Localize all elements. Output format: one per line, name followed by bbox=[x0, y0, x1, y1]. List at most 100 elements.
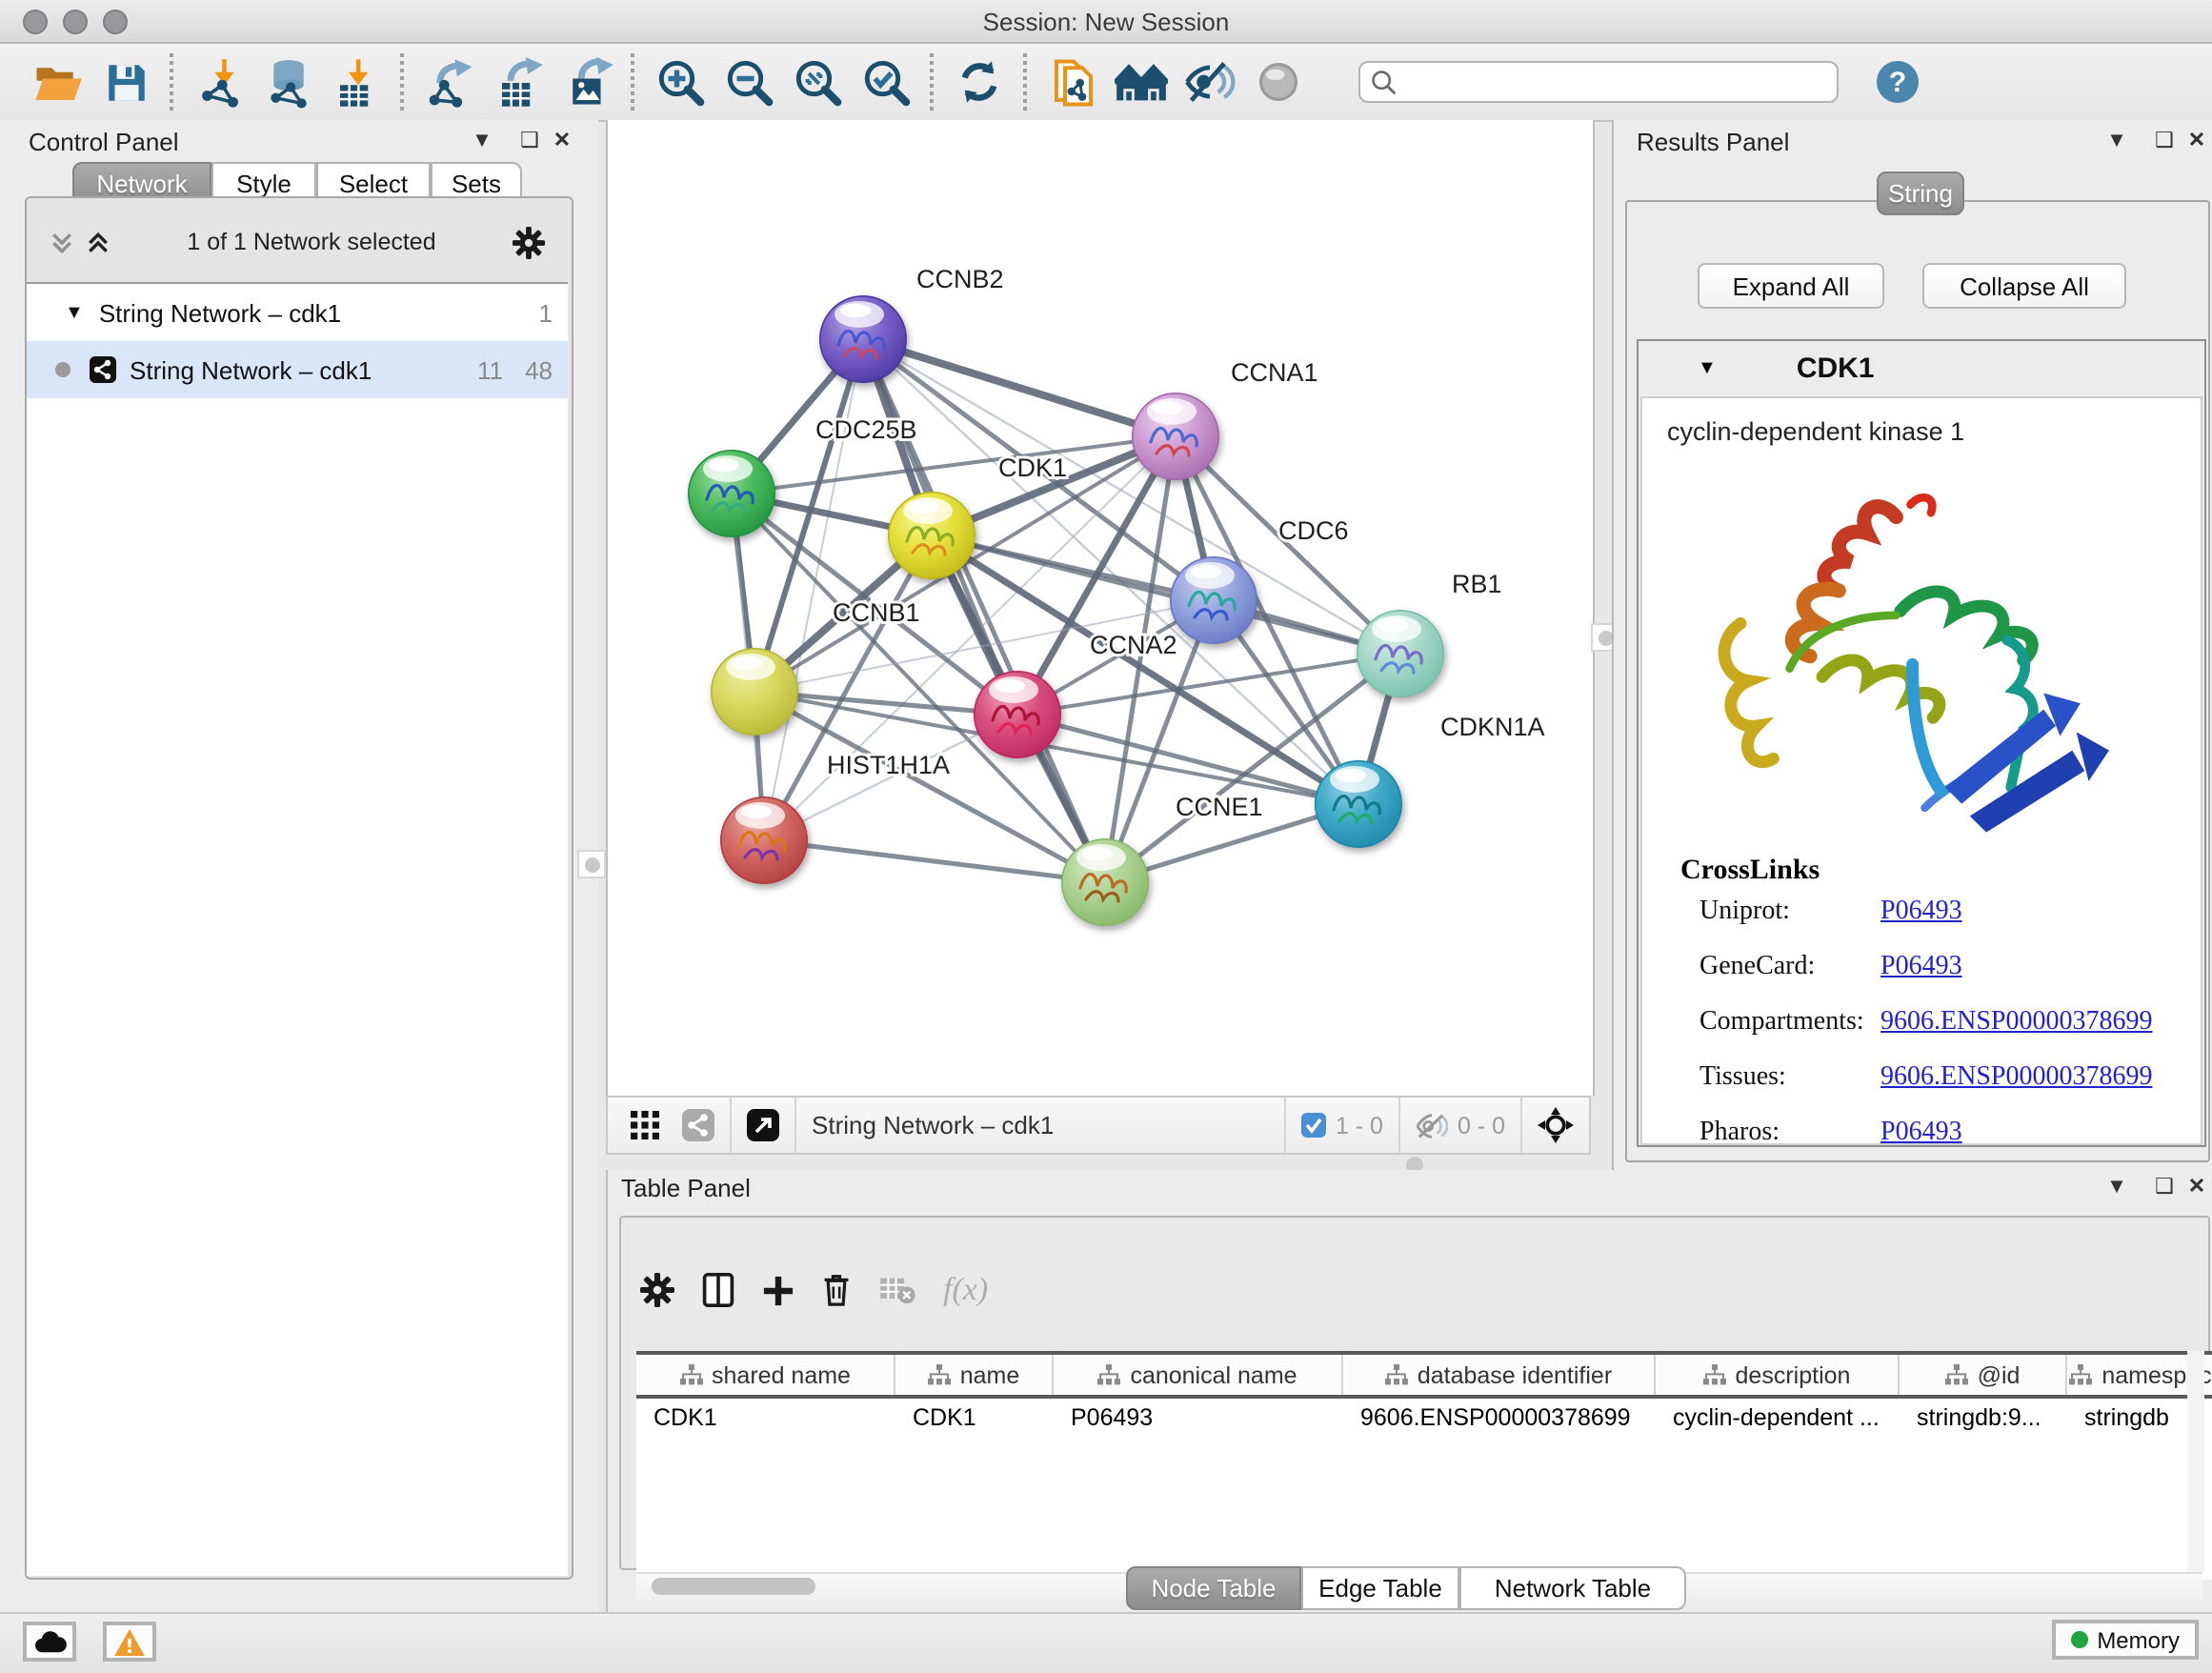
control-panel-float-button[interactable]: ❑ bbox=[516, 128, 543, 152]
network-node-CCNA1[interactable] bbox=[1132, 393, 1219, 480]
open-session-button[interactable] bbox=[23, 50, 91, 114]
import-network-database-button[interactable] bbox=[253, 50, 322, 114]
export-image-button[interactable] bbox=[553, 50, 621, 114]
network-from-selection-button[interactable] bbox=[1038, 50, 1107, 114]
network-node-CCNE1[interactable] bbox=[1061, 838, 1149, 926]
column-header-@id[interactable]: @id bbox=[1900, 1355, 2067, 1395]
column-header-database-identifier[interactable]: database identifier bbox=[1343, 1355, 1656, 1395]
memory-label: Memory bbox=[2097, 1626, 2180, 1653]
table-vertical-scrollbar[interactable] bbox=[2187, 1351, 2204, 1572]
column-header-canonical-name[interactable]: canonical name bbox=[1054, 1355, 1343, 1395]
results-panel-close-button[interactable]: ✕ bbox=[2183, 128, 2210, 152]
gene-expand-arrow[interactable]: ▼ bbox=[1698, 357, 1717, 378]
add-column-icon[interactable] bbox=[762, 1274, 794, 1306]
search-icon bbox=[1370, 69, 1398, 97]
network-share-toggle-icon[interactable] bbox=[682, 1109, 714, 1141]
network-node-CCNB1[interactable] bbox=[711, 648, 798, 736]
network-node-CCNB2[interactable] bbox=[819, 295, 907, 383]
hide-graphics-details-button[interactable] bbox=[1176, 50, 1244, 114]
table-panel-title: Table Panel bbox=[621, 1174, 751, 1202]
collapse-all-button[interactable]: Collapse All bbox=[1922, 263, 2126, 309]
network-row[interactable]: String Network – cdk1 11 48 bbox=[27, 341, 568, 398]
apply-layout-button[interactable] bbox=[945, 50, 1014, 114]
export-image-icon bbox=[561, 56, 613, 108]
warnings-button[interactable] bbox=[103, 1622, 156, 1662]
memory-button[interactable]: Memory bbox=[2051, 1620, 2199, 1660]
save-session-button[interactable] bbox=[91, 50, 160, 114]
hidden-eye-icon[interactable] bbox=[1416, 1112, 1448, 1139]
open-in-window-icon[interactable] bbox=[747, 1109, 779, 1141]
control-panel-close-button[interactable]: ✕ bbox=[549, 128, 575, 152]
crosslink-link[interactable]: P06493 bbox=[1880, 953, 1962, 983]
function-builder-icon[interactable]: f(x) bbox=[943, 1271, 988, 1309]
results-panel-title: Results Panel bbox=[1637, 128, 1789, 156]
network-node-CDC6[interactable] bbox=[1170, 556, 1257, 644]
column-header-description[interactable]: description bbox=[1656, 1355, 1900, 1395]
column-header-shared-name[interactable]: shared name bbox=[636, 1355, 895, 1395]
scrollbar-thumb[interactable] bbox=[652, 1578, 815, 1595]
table-row[interactable]: CDK1CDK1P064939606.ENSP00000378699cyclin… bbox=[636, 1399, 2212, 1435]
network-edge-count: 48 bbox=[525, 355, 553, 384]
eye-slash-icon bbox=[1183, 57, 1237, 107]
delete-column-icon[interactable] bbox=[821, 1273, 852, 1307]
export-network-button[interactable] bbox=[415, 50, 484, 114]
cloud-button[interactable] bbox=[23, 1622, 76, 1662]
column-header-name[interactable]: name bbox=[895, 1355, 1054, 1395]
tab-string[interactable]: String bbox=[1877, 171, 1964, 215]
zoom-out-button[interactable] bbox=[714, 50, 783, 114]
export-table-button[interactable] bbox=[484, 50, 553, 114]
import-network-file-button[interactable] bbox=[185, 50, 253, 114]
zoom-in-button[interactable] bbox=[646, 50, 714, 114]
crosslink-link[interactable]: 9606.ENSP00000378699 bbox=[1880, 1063, 2152, 1094]
expand-all-button[interactable]: Expand All bbox=[1698, 263, 1884, 309]
network-label: String Network – cdk1 bbox=[130, 355, 372, 384]
network-collection-row[interactable]: ▼ String Network – cdk1 1 bbox=[27, 284, 568, 341]
birdseye-grid-icon[interactable] bbox=[631, 1111, 659, 1139]
results-panel-menu-button[interactable]: ▼ bbox=[2103, 130, 2130, 152]
crosslink-link[interactable]: P06493 bbox=[1880, 897, 1962, 928]
crosslink-label: Pharos: bbox=[1699, 1119, 1780, 1147]
import-table-button[interactable] bbox=[322, 50, 391, 114]
tab-node-table[interactable]: Node Table bbox=[1126, 1566, 1301, 1610]
database-network-icon bbox=[262, 56, 313, 108]
network-canvas[interactable]: CCNB2CCNA1CDC25BCDK1CDC6RB1CCNB1CCNA2CDK… bbox=[606, 120, 1595, 1096]
warning-icon bbox=[114, 1628, 145, 1655]
show-columns-icon[interactable] bbox=[701, 1273, 735, 1307]
delete-table-icon[interactable] bbox=[878, 1275, 916, 1305]
left-splitter-grip[interactable] bbox=[577, 850, 606, 878]
show-hide-panel-button[interactable] bbox=[1244, 50, 1313, 114]
edge-HIST1H1A-CCNE1[interactable] bbox=[764, 840, 1105, 882]
network-node-CDC25B[interactable] bbox=[688, 450, 775, 537]
crosslink-row: Pharos: P06493 bbox=[1699, 1119, 2195, 1149]
network-node-HIST1H1A[interactable] bbox=[720, 796, 808, 884]
zoom-fit-button[interactable] bbox=[783, 50, 852, 114]
show-annotations-button[interactable] bbox=[1107, 50, 1176, 114]
table-gear-icon[interactable] bbox=[640, 1273, 674, 1307]
network-node-CCNA2[interactable] bbox=[974, 671, 1061, 758]
crosslink-link[interactable]: 9606.ENSP00000378699 bbox=[1880, 1008, 2152, 1038]
table-cell: P06493 bbox=[1054, 1399, 1343, 1435]
network-node-RB1[interactable] bbox=[1357, 610, 1444, 697]
control-panel-menu-button[interactable]: ▼ bbox=[469, 130, 495, 152]
network-options-gear-icon[interactable] bbox=[513, 226, 545, 258]
zoom-selected-button[interactable] bbox=[852, 50, 920, 114]
table-panel-close-button[interactable]: ✕ bbox=[2183, 1174, 2210, 1199]
crosshair-icon[interactable] bbox=[1538, 1107, 1574, 1143]
help-button[interactable]: ? bbox=[1877, 61, 1919, 103]
network-node-CDKN1A[interactable] bbox=[1315, 760, 1402, 848]
collection-count: 1 bbox=[539, 298, 553, 327]
table-cell: stringdb:9... bbox=[1900, 1399, 2067, 1435]
crosslink-link[interactable]: P06493 bbox=[1880, 1119, 1962, 1149]
table-panel-menu-button[interactable]: ▼ bbox=[2103, 1176, 2130, 1199]
collapse-all-networks-icon[interactable] bbox=[50, 230, 74, 254]
gene-section-header[interactable]: ▼ CDK1 bbox=[1639, 341, 2204, 394]
search-input[interactable] bbox=[1358, 61, 1839, 103]
collection-expand-arrow[interactable]: ▼ bbox=[65, 302, 84, 323]
expand-all-networks-icon[interactable] bbox=[86, 230, 111, 254]
tab-network-table[interactable]: Network Table bbox=[1459, 1566, 1686, 1610]
selected-nodes-checkbox[interactable] bbox=[1301, 1113, 1326, 1138]
results-panel-float-button[interactable]: ❑ bbox=[2151, 128, 2178, 152]
network-node-CDK1[interactable] bbox=[888, 492, 975, 579]
table-panel-float-button[interactable]: ❑ bbox=[2151, 1174, 2178, 1199]
tab-edge-table[interactable]: Edge Table bbox=[1301, 1566, 1459, 1610]
